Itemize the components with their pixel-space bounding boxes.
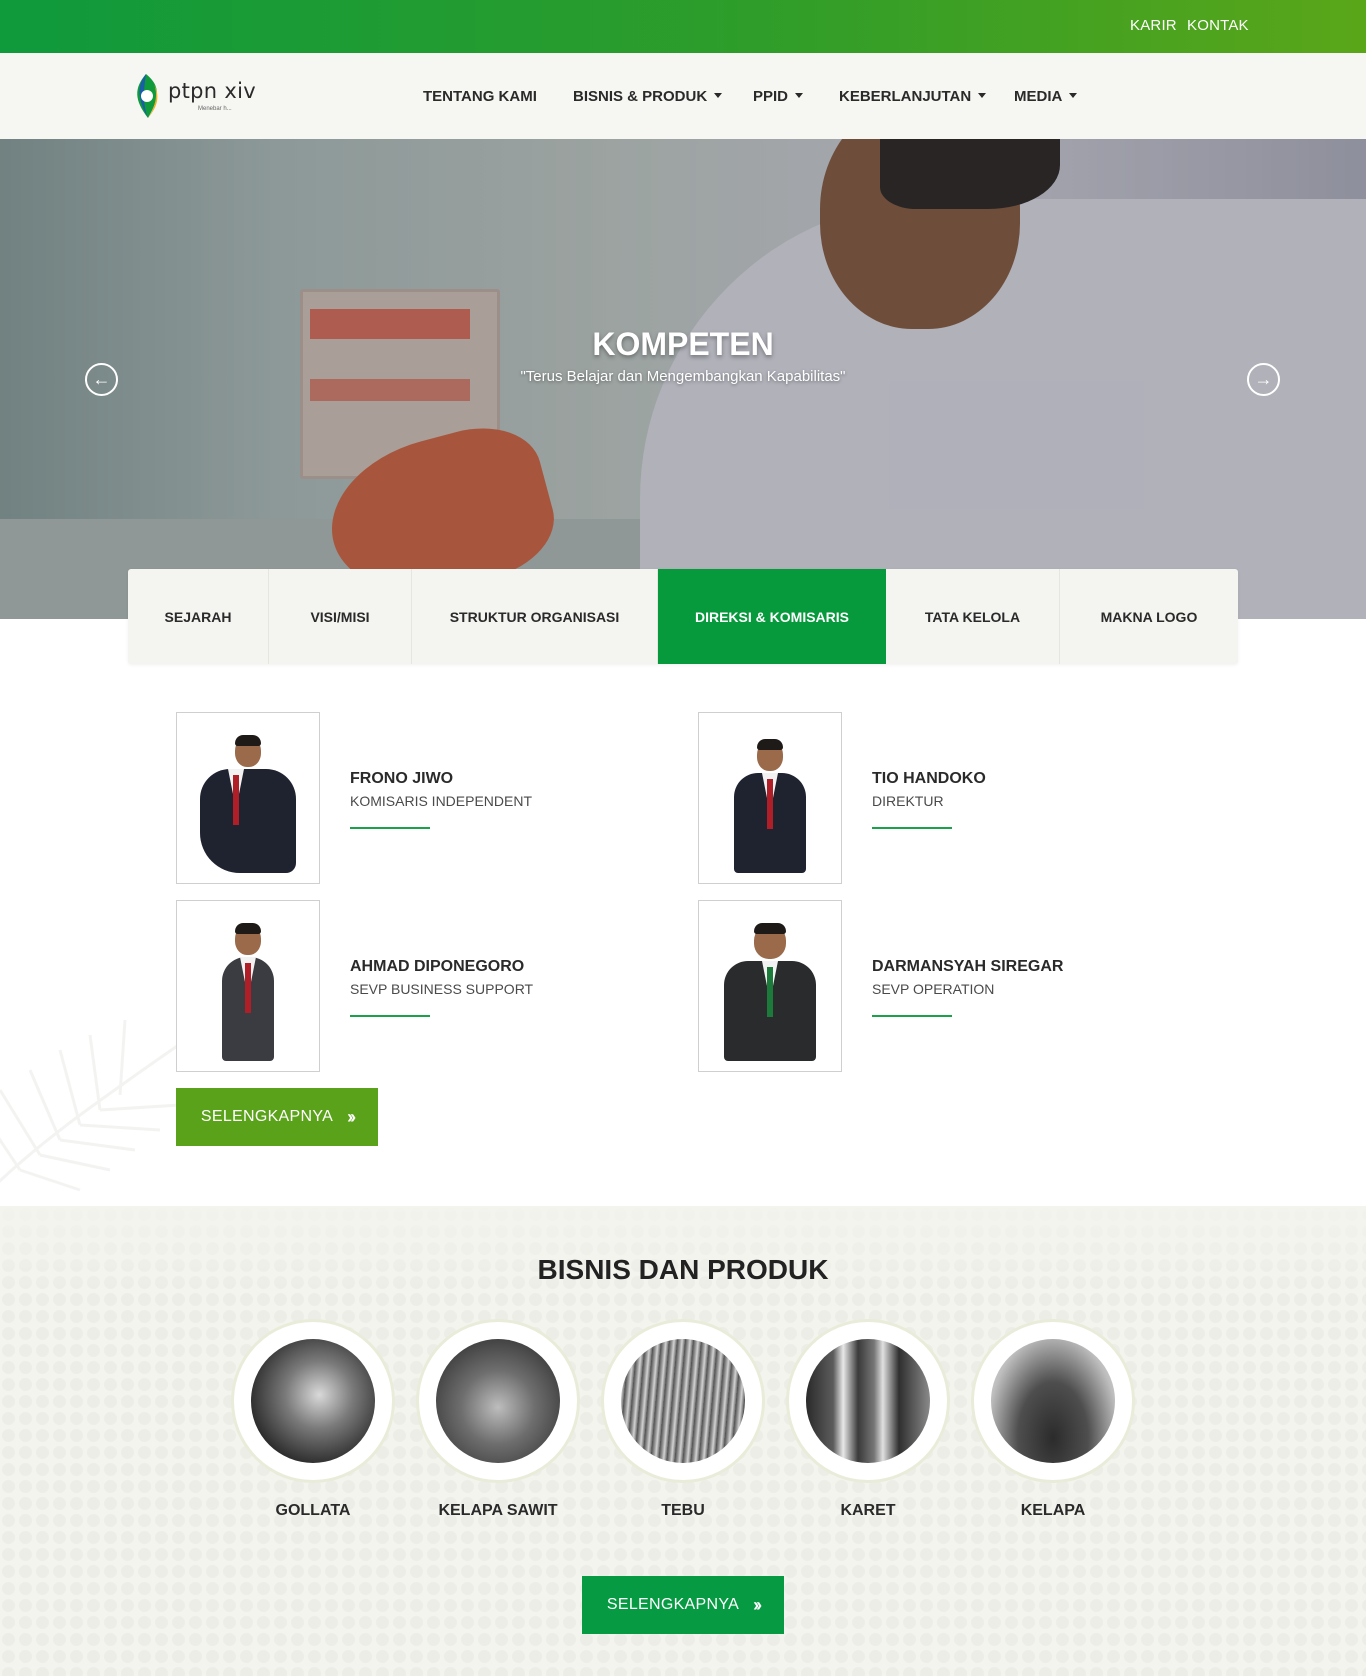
tab-sejarah[interactable]: SEJARAH [128, 569, 269, 664]
member-underline [872, 827, 952, 829]
tab-makna-logo[interactable]: MAKNA LOGO [1060, 569, 1238, 664]
arrow-right-circle-icon[interactable]: → [1247, 363, 1280, 396]
products-more-label: SELENGKAPNYA [606, 1596, 740, 1613]
product-kelapa[interactable]: KELAPA [971, 1319, 1135, 1520]
product-karet[interactable]: KARET [786, 1319, 950, 1520]
main-navbar: ptpn xiv Menebar h... TENTANG KAMI BISNI… [0, 53, 1366, 139]
karir-link[interactable]: KARIR [1130, 17, 1177, 34]
member-name: DARMANSYAH SIREGAR [872, 958, 1064, 975]
product-image [251, 1339, 375, 1463]
product-image [806, 1339, 930, 1463]
arrow-left-circle-icon[interactable]: ← [85, 363, 118, 396]
person-figure [724, 923, 816, 1061]
hero-subtitle: "Terus Belajar dan Mengembangkan Kapabil… [520, 368, 846, 385]
product-image-ring [231, 1319, 395, 1483]
kontak-link[interactable]: KONTAK [1187, 17, 1249, 34]
member-name: AHMAD DIPONEGORO [350, 958, 525, 975]
member-underline [350, 827, 430, 829]
person-figure [200, 735, 296, 873]
member-photo [176, 712, 320, 884]
nav-tentang-kami[interactable]: TENTANG KAMI [423, 88, 537, 105]
product-label: TEBU [661, 1502, 705, 1519]
tab-direksi-komisaris[interactable]: DIREKSI & KOMISARIS [658, 569, 886, 664]
product-gollata[interactable]: GOLLATA [231, 1319, 395, 1520]
nav-tentang-kami-label: TENTANG KAMI [423, 88, 537, 105]
person-figure [222, 923, 274, 1061]
nav-bisnis-produk[interactable]: BISNIS & PRODUK [573, 88, 723, 105]
products-more-button[interactable]: SELENGKAPNYA ›› [582, 1576, 784, 1634]
board-more-label: SELENGKAPNYA [200, 1108, 334, 1125]
nav-ppid[interactable]: PPID [753, 88, 804, 105]
member-photo [698, 900, 842, 1072]
nav-keberlanjutan-label: KEBERLANJUTAN [839, 88, 972, 105]
product-tebu[interactable]: TEBU [601, 1319, 765, 1520]
chevron-down-icon [714, 92, 723, 98]
nav-media-label: MEDIA [1014, 88, 1063, 105]
member-photo [176, 900, 320, 1072]
product-image-ring [786, 1319, 950, 1483]
product-kelapa-sawit[interactable]: KELAPA SAWIT [416, 1319, 580, 1520]
chevron-down-icon [978, 92, 987, 98]
member-name: TIO HANDOKO [872, 770, 986, 787]
double-chevron-right-icon: ›› [347, 1106, 356, 1127]
nav-keberlanjutan[interactable]: KEBERLANJUTAN [839, 88, 987, 105]
member-underline [872, 1015, 952, 1017]
product-image-ring [416, 1319, 580, 1483]
chevron-down-icon [1069, 92, 1078, 98]
double-chevron-right-icon: ›› [753, 1594, 762, 1615]
product-image [436, 1339, 560, 1463]
tab-tata-kelola[interactable]: TATA KELOLA [886, 569, 1060, 664]
nav-bisnis-produk-label: BISNIS & PRODUK [573, 88, 708, 105]
ptpn-logo[interactable]: ptpn xiv Menebar h... [128, 70, 268, 122]
person-figure [734, 739, 806, 873]
tab-struktur-organisasi[interactable]: STRUKTUR ORGANISASI [412, 569, 658, 664]
member-role: SEVP BUSINESS SUPPORT [350, 981, 534, 997]
member-photo [698, 712, 842, 884]
product-image-ring [971, 1319, 1135, 1483]
hero-title: KOMPETEN [592, 326, 774, 362]
member-name: FRONO JIWO [350, 770, 454, 787]
product-label: GOLLATA [275, 1502, 351, 1519]
tab-visi-misi[interactable]: VISI/MISI [269, 569, 412, 664]
member-role: DIREKTUR [872, 793, 944, 809]
about-tabs: SEJARAH VISI/MISI STRUKTUR ORGANISASI DI… [128, 569, 1238, 664]
product-label: KELAPA [1020, 1502, 1086, 1519]
member-role: SEVP OPERATION [872, 981, 995, 997]
board-more-button[interactable]: SELENGKAPNYA ›› [176, 1088, 378, 1146]
products-title: BISNIS DAN PRODUK [537, 1254, 829, 1285]
product-label: KELAPA SAWIT [438, 1502, 558, 1519]
brand-tagline: Menebar h... [198, 106, 232, 112]
nav-ppid-label: PPID [753, 88, 789, 105]
chevron-down-icon [795, 92, 804, 98]
hero-slider: KOMPETEN "Terus Belajar dan Mengembangka… [0, 139, 1366, 619]
product-label: KARET [840, 1502, 896, 1519]
nav-media[interactable]: MEDIA [1014, 88, 1078, 105]
member-role: KOMISARIS INDEPENDENT [350, 793, 533, 809]
logo-mark-icon [137, 74, 158, 118]
member-underline [350, 1015, 430, 1017]
top-utility-bar: KARIR KONTAK [0, 0, 1366, 53]
product-image [621, 1339, 745, 1463]
brand-name: ptpn xiv [168, 79, 256, 103]
product-image [991, 1339, 1115, 1463]
product-image-ring [601, 1319, 765, 1483]
